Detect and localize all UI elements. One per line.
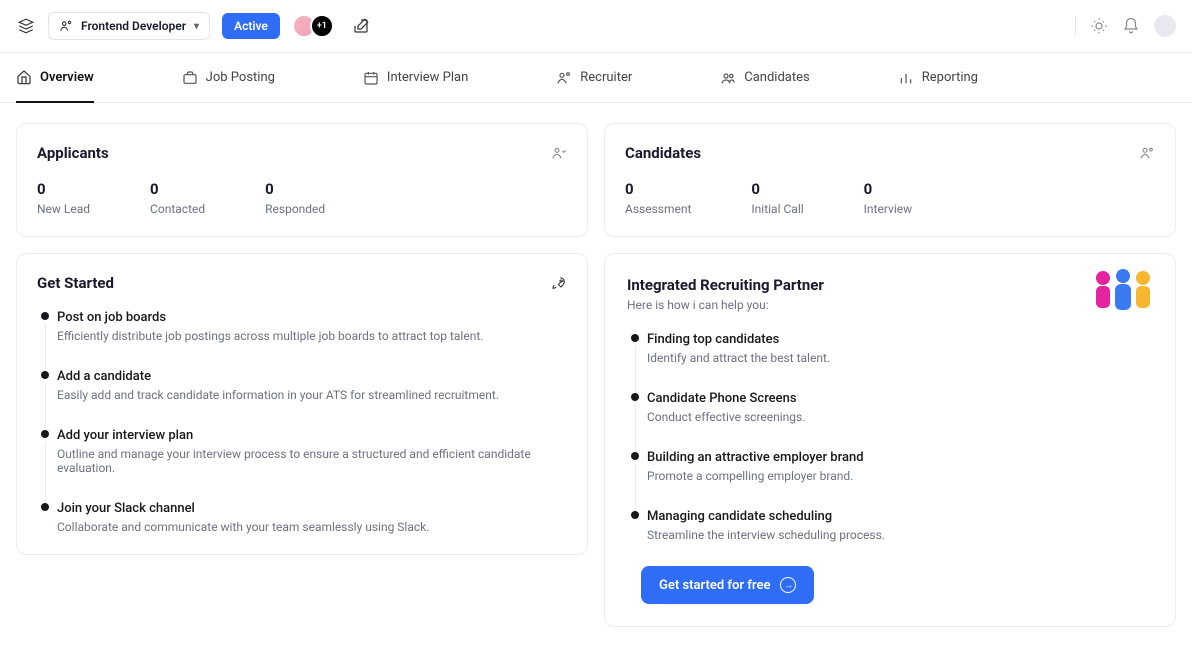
- person-badge-icon: [59, 19, 73, 33]
- card-title: Candidates: [625, 144, 701, 162]
- job-selector[interactable]: Frontend Developer ▾: [48, 12, 210, 40]
- partner-item: Candidate Phone Screens Conduct effectiv…: [647, 391, 1153, 424]
- stat-interview: 0 Interview: [864, 180, 912, 216]
- rocket-icon: [551, 275, 567, 291]
- avatar-stack[interactable]: +1: [298, 14, 334, 38]
- topbar: Frontend Developer ▾ Active +1: [0, 0, 1192, 53]
- stat-responded: 0 Responded: [265, 180, 325, 216]
- tab-reporting[interactable]: Reporting: [898, 53, 978, 102]
- stat-contacted: 0 Contacted: [150, 180, 205, 216]
- topbar-actions: [1075, 15, 1176, 37]
- partner-subtitle: Here is how i can help you:: [627, 298, 1153, 312]
- bell-icon: [1122, 17, 1140, 35]
- get-started-item[interactable]: Add your interview plan Outline and mana…: [57, 428, 567, 475]
- tab-label: Reporting: [922, 70, 978, 85]
- tab-label: Overview: [40, 70, 94, 85]
- edit-button[interactable]: [352, 17, 370, 35]
- partner-item: Building an attractive employer brand Pr…: [647, 450, 1153, 483]
- partner-title: Integrated Recruiting Partner: [627, 276, 1153, 294]
- stat-assessment: 0 Assessment: [625, 180, 691, 216]
- tab-bar: Overview Job Posting Interview Plan Recr…: [0, 53, 1192, 103]
- logo-icon: [16, 16, 36, 36]
- tab-job-posting[interactable]: Job Posting: [182, 53, 275, 102]
- calendar-icon: [363, 70, 379, 86]
- user-avatar[interactable]: [1154, 15, 1176, 37]
- sun-icon: [1090, 17, 1108, 35]
- tab-label: Interview Plan: [387, 70, 468, 85]
- tab-label: Recruiter: [580, 70, 632, 85]
- card-title: Get Started: [37, 274, 114, 292]
- user-check-icon: [551, 145, 567, 161]
- tab-label: Job Posting: [206, 70, 275, 85]
- partner-card: Integrated Recruiting Partner Here is ho…: [604, 253, 1176, 627]
- partner-item: Finding top candidates Identify and attr…: [647, 332, 1153, 365]
- job-title: Frontend Developer: [81, 19, 186, 33]
- candidates-card: Candidates 0 Assessment 0 Initial Call 0…: [604, 123, 1176, 237]
- pencil-square-icon: [352, 17, 370, 35]
- theme-toggle[interactable]: [1090, 17, 1108, 35]
- get-started-free-button[interactable]: Get started for free →: [641, 566, 814, 604]
- content: Applicants 0 New Lead 0 Contacted 0 Resp…: [0, 103, 1192, 647]
- divider: [1075, 17, 1076, 35]
- users-icon: [720, 70, 736, 86]
- get-started-card: Get Started Post on job boards Efficient…: [16, 253, 588, 555]
- bar-chart-icon: [898, 70, 914, 86]
- tab-overview[interactable]: Overview: [16, 53, 94, 103]
- arrow-right-icon: →: [780, 577, 796, 593]
- tab-candidates[interactable]: Candidates: [720, 53, 809, 102]
- chevron-down-icon: ▾: [194, 21, 199, 32]
- get-started-item[interactable]: Join your Slack channel Collaborate and …: [57, 501, 567, 534]
- card-title: Applicants: [37, 144, 109, 162]
- stat-initial-call: 0 Initial Call: [751, 180, 803, 216]
- headset-icon: [556, 70, 572, 86]
- tab-interview-plan[interactable]: Interview Plan: [363, 53, 468, 102]
- partner-item: Managing candidate scheduling Streamline…: [647, 509, 1153, 542]
- tab-label: Candidates: [744, 70, 809, 85]
- home-icon: [16, 69, 32, 85]
- users-icon: [1139, 145, 1155, 161]
- notifications-button[interactable]: [1122, 17, 1140, 35]
- avatar-overflow: +1: [310, 14, 334, 38]
- get-started-item[interactable]: Add a candidate Easily add and track can…: [57, 369, 567, 402]
- partner-illustration: [1091, 268, 1155, 312]
- status-badge[interactable]: Active: [222, 13, 280, 39]
- stat-new-lead: 0 New Lead: [37, 180, 90, 216]
- tab-recruiter[interactable]: Recruiter: [556, 53, 632, 102]
- briefcase-icon: [182, 70, 198, 86]
- applicants-card: Applicants 0 New Lead 0 Contacted 0 Resp…: [16, 123, 588, 237]
- get-started-item[interactable]: Post on job boards Efficiently distribut…: [57, 310, 567, 343]
